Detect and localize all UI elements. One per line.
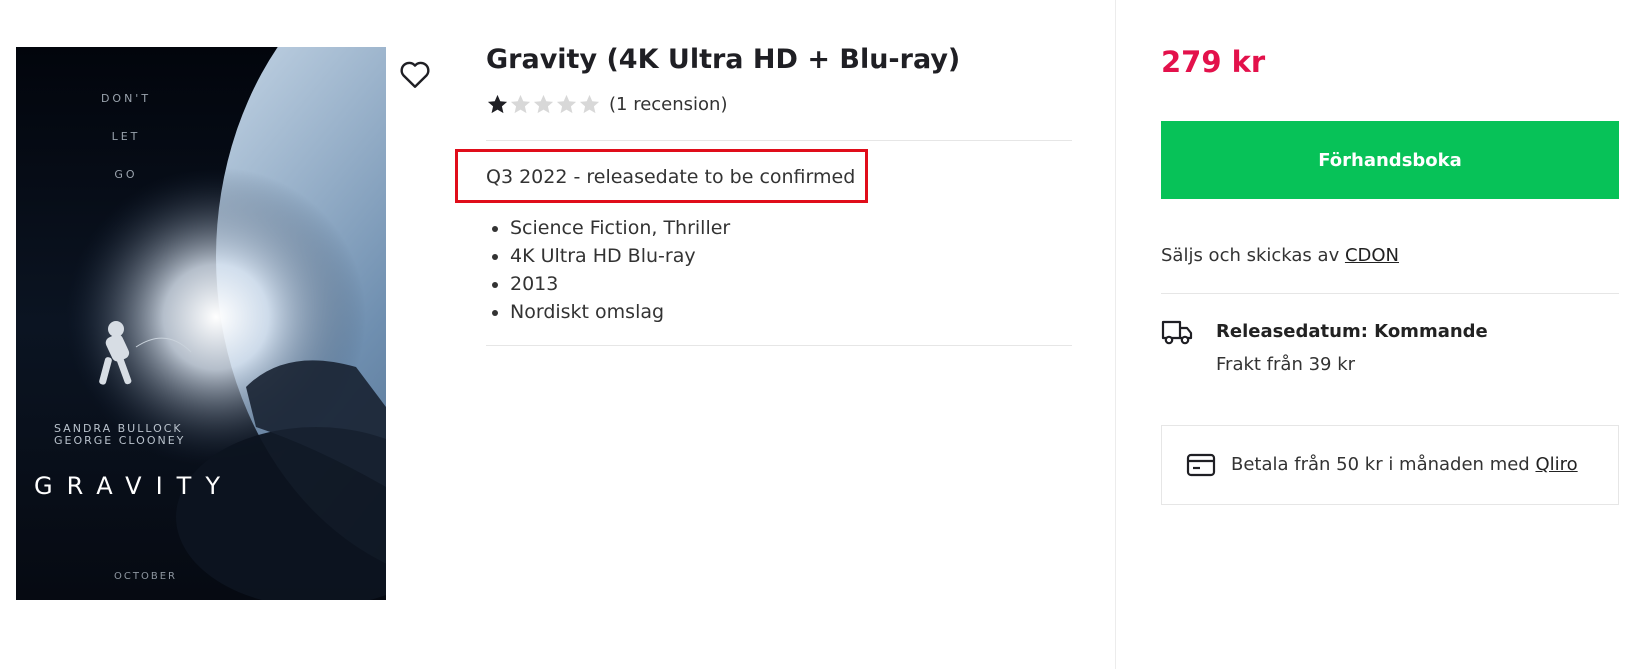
divider	[1161, 293, 1619, 294]
payment-provider-link[interactable]: Qliro	[1535, 454, 1577, 475]
poster-month: OCTOBER	[114, 571, 177, 582]
favorite-button[interactable]	[396, 56, 434, 92]
star-icon	[510, 94, 531, 114]
credit-card-icon	[1186, 453, 1216, 477]
poster-tagline: DON'T	[100, 92, 152, 105]
preorder-button[interactable]: Förhandsboka	[1161, 121, 1619, 199]
product-image[interactable]: DON'T LET GO SANDRA BULLOCK GEORGE CLOON…	[16, 47, 386, 600]
price: 279 kr	[1161, 45, 1266, 79]
payment-prefix: Betala från 50 kr i månaden med	[1231, 454, 1536, 475]
divider	[486, 140, 1072, 141]
poster-title: GRAVITY	[34, 472, 234, 500]
payment-info: Betala från 50 kr i månaden med Qliro	[1231, 454, 1578, 475]
seller-link[interactable]: CDON	[1345, 245, 1399, 266]
feature-item: Science Fiction, Thriller	[510, 214, 730, 242]
release-date-label: Releasedatum: Kommande	[1216, 321, 1488, 342]
divider	[486, 345, 1072, 346]
star-icon	[556, 94, 577, 114]
feature-item: 4K Ultra HD Blu-ray	[510, 242, 730, 270]
star-icon	[487, 94, 508, 114]
seller-prefix: Säljs och skickas av	[1161, 245, 1345, 266]
heart-icon	[400, 61, 430, 88]
feature-item: 2013	[510, 270, 730, 298]
shipping-cost: Frakt från 39 kr	[1216, 354, 1356, 375]
poster-credits: SANDRA BULLOCK GEORGE CLOONEY	[54, 422, 186, 447]
rating-summary[interactable]: (1 recension)	[486, 93, 727, 116]
poster-tagline: LET	[111, 130, 141, 143]
truck-icon	[1161, 320, 1193, 345]
poster-tagline: GO	[114, 168, 138, 181]
product-title: Gravity (4K Ultra HD + Blu-ray)	[486, 44, 961, 75]
star-icon	[533, 94, 554, 114]
seller-info: Säljs och skickas av CDON	[1161, 245, 1399, 266]
feature-list: Science Fiction, Thriller 4K Ultra HD Bl…	[486, 214, 730, 326]
feature-item: Nordiskt omslag	[510, 298, 730, 326]
column-divider	[1115, 0, 1116, 669]
release-note: Q3 2022 - releasedate to be confirmed	[486, 166, 856, 188]
star-icon	[579, 94, 600, 114]
review-count-link[interactable]: (1 recension)	[609, 94, 727, 115]
rating-stars	[486, 93, 601, 116]
